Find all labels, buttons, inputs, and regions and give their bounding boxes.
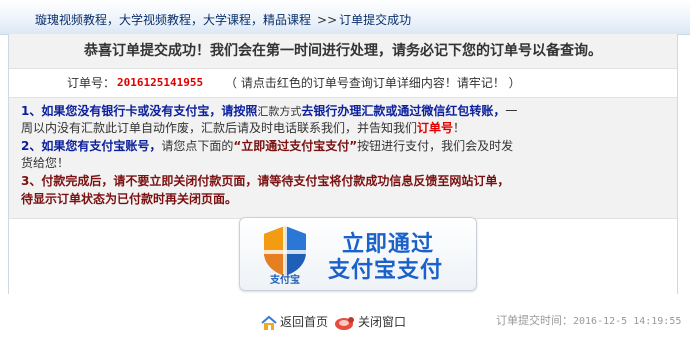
close-window-label: 关闭窗口 [358, 315, 407, 329]
home-icon [261, 315, 277, 330]
breadcrumb-site-title[interactable]: 璇瑰视频教程，大学视频教程，大学课程，精品课程 [35, 13, 311, 27]
breadcrumb-current: 订单提交成功 [339, 13, 412, 27]
success-headline: 恭喜订单提交成功！我们会在第一时间进行处理，请务必记下您的订单号以备查询。 [9, 34, 677, 69]
order-number-label: 订单号： [67, 76, 116, 90]
close-window-button[interactable]: 关闭窗口 [334, 311, 406, 333]
alipay-button-label: 立即通过 支付宝支付 [328, 232, 478, 284]
instruction-text: 周以内没有汇款此订单自动作废，汇款后请及时电话联系我们，并告知我们 [21, 121, 418, 135]
alipay-logo-text: 支付宝 [269, 273, 300, 284]
order-number-hint: （ 请点击红色的订单号查询订单详细内容！请牢记！ ） [225, 76, 521, 90]
instruction-text: 待显示订单状态为已付款时再关闭页面。 [21, 192, 238, 206]
alipay-button-line-2: 支付宝支付 [328, 258, 444, 283]
back-home-button[interactable]: 返回首页 [260, 311, 328, 333]
instruction-text: 货给您！ [21, 156, 70, 170]
submit-time-label: 订单提交时间： [496, 314, 573, 327]
instruction-line-5: 3、付款完成后，请不要立即关闭付款页面，请等待支付宝将付款成功信息反馈至网站订单… [21, 174, 509, 188]
order-submit-time: 订单提交时间：2016-12-5 14:19:55 [496, 312, 681, 328]
title-bar: 璇瑰视频教程，大学视频教程，大学课程，精品课程 >> 订单提交成功 [0, 0, 690, 35]
alipay-pay-mention: “立即通过支付宝支付” [233, 139, 358, 153]
instruction-text: 一 [505, 104, 518, 118]
instruction-line-6: 待显示订单状态为已付款时再关闭页面。 [21, 192, 237, 206]
order-number-row: 订单号： 2016125141955 （ 请点击红色的订单号查询订单详细内容！请… [9, 69, 677, 97]
close-window-icon [335, 316, 354, 330]
alipay-shield-logo-icon: 支付宝 [264, 226, 306, 284]
order-number-inline: 订单号 [417, 121, 454, 135]
back-home-label: 返回首页 [280, 315, 329, 329]
instruction-line-1: 1、如果您没有银行卡或没有支付宝，请按照汇款方式去银行办理汇款或通过微信红包转账… [21, 104, 517, 119]
breadcrumb: 璇瑰视频教程，大学视频教程，大学课程，精品课程 >> 订单提交成功 [35, 11, 411, 28]
instruction-text: ！ [453, 121, 466, 135]
instruction-text: 3、付款完成后，请不要立即关闭付款页面，请等待支付宝将付款成功信息反馈至网站订单… [21, 174, 510, 188]
payment-instructions: 1、如果您没有银行卡或没有支付宝，请按照汇款方式去银行办理汇款或通过微信红包转账… [9, 97, 677, 219]
breadcrumb-separator: >> [317, 13, 338, 27]
pay-with-alipay-button[interactable]: 支付宝 立即通过 支付宝支付 [239, 217, 477, 291]
instruction-text: 请您点下面的 [161, 139, 234, 153]
instruction-text: 去银行办理汇款或通过微信红包转账， [301, 104, 506, 118]
instruction-line-2: 周以内没有汇款此订单自动作废，汇款后请及时电话联系我们，并告知我们订单号！ [21, 121, 465, 135]
instruction-line-3: 2、如果您有支付宝账号，请您点下面的“立即通过支付宝支付”按钮进行支付，我们会及… [21, 139, 513, 153]
instruction-text: 1、如果您没有银行卡或没有支付宝，请按照 [21, 104, 258, 118]
instruction-text: 2、如果您有支付宝账号， [21, 139, 162, 153]
remittance-method-link[interactable]: 汇款方式 [257, 105, 301, 118]
order-success-panel: 恭喜订单提交成功！我们会在第一时间进行处理，请务必记下您的订单号以备查询。 订单… [8, 34, 678, 294]
instruction-line-4: 货给您！ [21, 156, 69, 170]
submit-time-value: 2016-12-5 14:19:55 [573, 316, 682, 327]
instruction-text: 按钮进行支付，我们会及时发 [357, 139, 514, 153]
alipay-button-line-1: 立即通过 [342, 232, 435, 257]
order-number-link[interactable]: 2016125141955 [117, 69, 203, 97]
